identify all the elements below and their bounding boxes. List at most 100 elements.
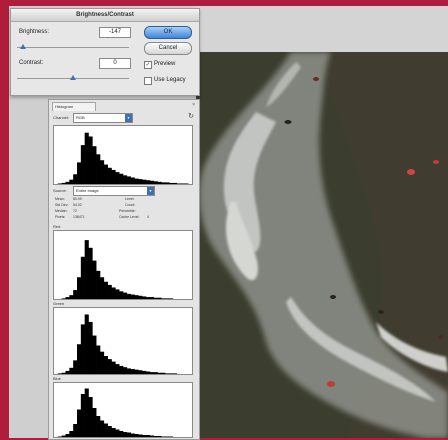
source-value: Entire Image	[76, 188, 99, 193]
histogram-blue-graph	[57, 388, 174, 437]
histogram-bar	[180, 183, 185, 184]
histogram-bar	[115, 364, 120, 374]
histogram-bar	[165, 182, 170, 184]
histogram-bar	[88, 321, 93, 374]
histogram-bar	[130, 177, 135, 184]
histogram-bar	[73, 174, 78, 184]
dialog-title: Brightness/Contrast	[11, 9, 199, 22]
histogram-bar	[61, 435, 66, 437]
histogram-bar	[130, 294, 135, 299]
cancel-button[interactable]: Cancel	[144, 42, 192, 55]
histogram-bar	[119, 431, 124, 437]
brightness-slider-track[interactable]	[17, 47, 129, 48]
histogram-bar	[146, 180, 151, 184]
histogram-bar	[123, 367, 128, 374]
histogram-bar	[149, 372, 154, 374]
histogram-bar	[119, 173, 124, 184]
histogram-bar	[165, 373, 170, 374]
histogram-bar	[142, 296, 147, 299]
histogram-bar	[73, 360, 78, 374]
histogram-bar	[126, 176, 131, 184]
histogram-bar	[96, 416, 101, 437]
histogram-bar	[92, 408, 97, 437]
contrast-slider-thumb[interactable]	[70, 75, 76, 80]
histogram-bar	[100, 420, 105, 437]
histogram-bar	[61, 298, 66, 299]
histogram-bar	[92, 146, 97, 184]
histogram-bar	[123, 175, 128, 184]
histogram-bar	[57, 373, 62, 374]
histogram-bar	[100, 160, 105, 184]
std-dev-value: 54.02	[73, 203, 82, 207]
brightness-slider-thumb[interactable]	[19, 44, 26, 49]
histogram-bar	[103, 281, 108, 299]
histogram-bar	[111, 287, 116, 299]
image-canvas[interactable]	[196, 52, 448, 438]
histogram-bar	[115, 429, 120, 437]
histogram-bar	[88, 247, 93, 299]
histogram-bar	[69, 295, 74, 299]
histogram-bar	[153, 297, 158, 299]
histogram-bar	[169, 298, 174, 299]
histogram-bar	[57, 436, 62, 437]
histogram-bar	[80, 394, 85, 437]
histogram-red-graph	[61, 240, 174, 299]
histogram-bar	[134, 434, 139, 437]
histogram-bar	[172, 373, 177, 374]
histogram-bar	[111, 169, 116, 184]
use-legacy-checkbox[interactable]	[144, 77, 152, 85]
histogram-bar	[153, 181, 158, 184]
refresh-icon[interactable]: ↻	[187, 113, 195, 121]
histogram-bar	[161, 182, 166, 184]
histogram-bar	[65, 434, 70, 437]
histogram-bar	[157, 181, 162, 184]
histogram-bar	[142, 179, 147, 184]
checkmark-icon: ✓	[145, 62, 151, 68]
histogram-bar	[92, 335, 97, 374]
preview-checkbox[interactable]: ✓	[144, 61, 152, 69]
channel-select[interactable]: RGB ▾	[73, 113, 133, 123]
histogram-bar	[107, 284, 112, 299]
brightness-label: Brightness:	[19, 29, 50, 35]
contrast-value-field[interactable]: 0	[99, 58, 131, 69]
histogram-bar	[169, 182, 174, 184]
histogram-panel: Histogram × Channel: RGB ▾ ↻ Source: Ent…	[48, 99, 200, 440]
histogram-bar	[153, 436, 158, 437]
chevron-down-icon: ▾	[125, 114, 132, 122]
histogram-bar	[146, 435, 151, 437]
histogram-bar	[119, 365, 124, 374]
mean-label: Mean:	[55, 197, 65, 201]
histogram-bar	[84, 132, 89, 184]
histogram-bar	[142, 370, 147, 374]
histogram-bar	[100, 351, 105, 374]
histogram-bar	[96, 345, 101, 374]
close-icon[interactable]: ×	[192, 102, 195, 108]
tab-histogram[interactable]: Histogram	[52, 102, 96, 111]
histogram-bar	[123, 292, 128, 299]
histogram-green-graph	[57, 314, 177, 374]
ok-button[interactable]: OK	[144, 26, 192, 39]
histogram-bar	[130, 369, 135, 374]
histogram-bar	[84, 240, 89, 299]
brightness-value-field[interactable]: -147	[99, 27, 131, 38]
use-legacy-label: Use Legacy	[154, 77, 186, 83]
red-channel-label: Red	[53, 224, 61, 229]
histogram-bar	[61, 372, 66, 374]
histogram-bar	[107, 426, 112, 437]
histogram-bar	[146, 371, 151, 374]
median-value: 72	[73, 209, 77, 213]
histogram-bar	[88, 136, 93, 184]
histogram-bar	[134, 178, 139, 184]
histogram-bar	[119, 291, 124, 299]
pixels-value: 138471	[73, 215, 85, 219]
histogram-bar	[165, 436, 170, 437]
histogram-bar	[65, 370, 70, 374]
histogram-bar	[146, 297, 151, 299]
source-select[interactable]: Entire Image ▾	[73, 186, 155, 196]
histogram-bar	[77, 409, 82, 437]
chevron-down-icon: ▾	[147, 187, 154, 195]
blue-channel-label: Blue	[53, 376, 62, 381]
histogram-bar	[96, 154, 101, 184]
histogram-red	[53, 230, 193, 300]
histogram-bar	[77, 162, 82, 184]
